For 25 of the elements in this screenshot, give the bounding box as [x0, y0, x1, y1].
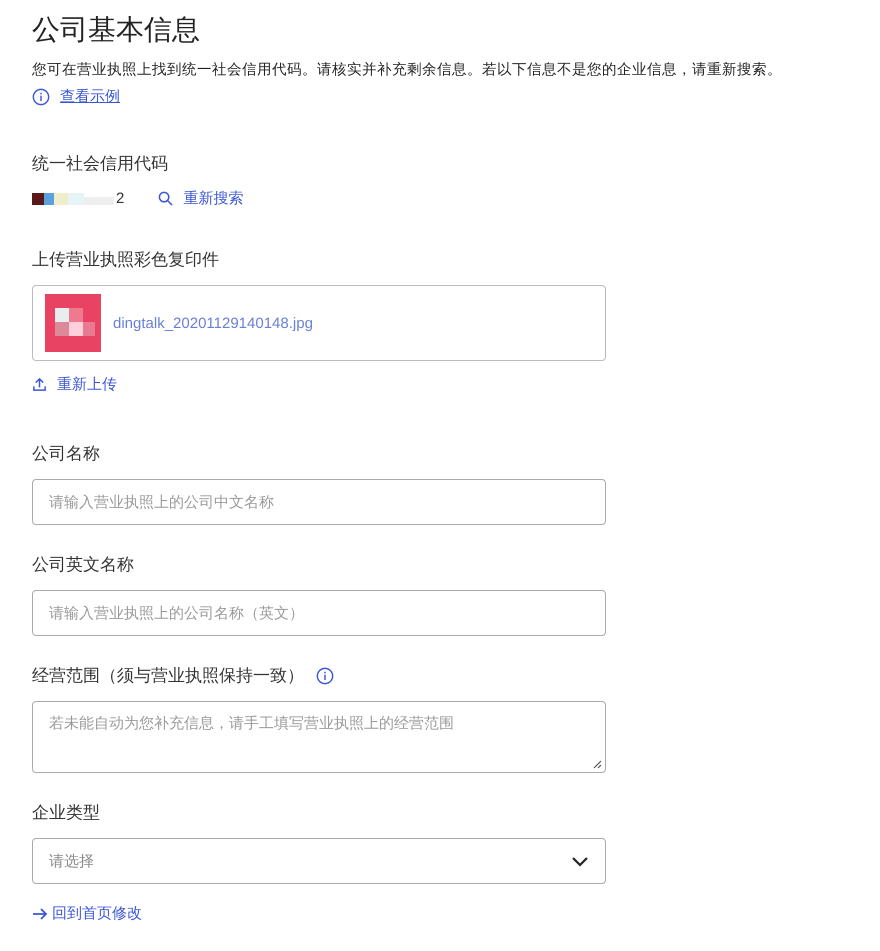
select-field[interactable]: 请选择 — [32, 838, 606, 884]
field-label: 企业类型 — [32, 802, 101, 824]
info-icon — [32, 88, 50, 106]
input-field[interactable]: 请输入营业执照上的公司名称（英文） — [32, 590, 606, 636]
field-label: 公司名称 — [32, 443, 101, 465]
upload-icon — [32, 377, 47, 392]
code-digit: 2 — [116, 190, 124, 207]
research-link[interactable]: 重新搜索 — [183, 189, 244, 208]
field-label: 上传营业执照彩色复印件 — [32, 249, 220, 271]
search-icon — [158, 191, 174, 206]
resize-handle-icon[interactable] — [592, 759, 602, 769]
arrow-right-icon — [32, 908, 48, 920]
field-label: 统一社会信用代码 — [32, 153, 169, 175]
view-example-link[interactable]: 查看示例 — [60, 87, 120, 106]
reupload-link[interactable]: 重新上传 — [57, 375, 117, 394]
field-label: 公司英文名称 — [32, 554, 135, 576]
page-title: 公司基本信息 — [32, 13, 201, 47]
back-link[interactable]: 回到首页修改 — [52, 904, 142, 923]
file-name[interactable]: dingtalk_20201129140148.jpg — [113, 314, 313, 332]
chevron-down-icon — [571, 855, 589, 867]
upload-box[interactable]: dingtalk_20201129140148.jpg — [32, 285, 606, 361]
description-text: 您可在营业执照上找到统一社会信用代码。请核实并补充剩余信息。若以下信息不是您的企业信息，请重新搜索。 — [32, 60, 783, 79]
input-field[interactable]: 请输入营业执照上的公司中文名称 — [32, 479, 606, 525]
textarea-field[interactable]: 若未能自动为您补充信息，请手工填写营业执照上的经营范围 — [32, 701, 606, 773]
field-label: 经营范围（须与营业执照保持一致） — [32, 665, 304, 687]
